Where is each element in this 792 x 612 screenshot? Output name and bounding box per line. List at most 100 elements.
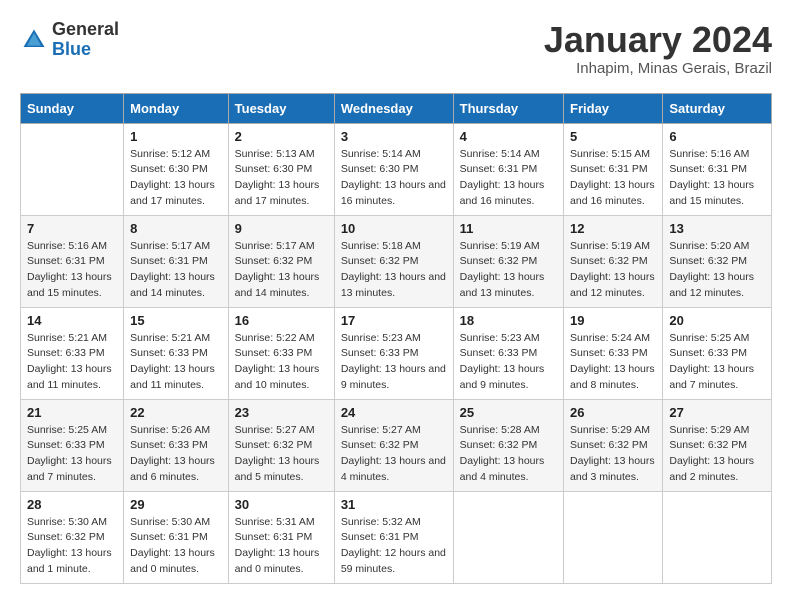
day-number: 22 <box>130 405 222 420</box>
weekday-header: Wednesday <box>334 93 453 123</box>
day-number: 27 <box>669 405 765 420</box>
calendar-cell: 23 Sunrise: 5:27 AMSunset: 6:32 PMDayligh… <box>228 399 334 491</box>
calendar-cell: 11 Sunrise: 5:19 AMSunset: 6:32 PMDayligh… <box>453 215 563 307</box>
weekday-header: Monday <box>124 93 229 123</box>
calendar-cell: 9 Sunrise: 5:17 AMSunset: 6:32 PMDaylight… <box>228 215 334 307</box>
day-number: 3 <box>341 129 447 144</box>
day-number: 18 <box>460 313 557 328</box>
day-number: 25 <box>460 405 557 420</box>
day-number: 15 <box>130 313 222 328</box>
day-number: 29 <box>130 497 222 512</box>
logo-general: General <box>52 20 119 40</box>
weekday-header: Saturday <box>663 93 772 123</box>
day-info: Sunrise: 5:21 AMSunset: 6:33 PMDaylight:… <box>27 331 117 394</box>
day-number: 8 <box>130 221 222 236</box>
calendar-cell <box>564 491 663 583</box>
day-info: Sunrise: 5:14 AMSunset: 6:31 PMDaylight:… <box>460 147 557 210</box>
calendar-cell <box>453 491 563 583</box>
calendar-week-row: 21Sunrise: 5:25 AMSunset: 6:33 PMDayligh… <box>21 399 772 491</box>
weekday-header: Thursday <box>453 93 563 123</box>
day-number: 30 <box>235 497 328 512</box>
day-number: 2 <box>235 129 328 144</box>
calendar-cell: 31Sunrise: 5:32 AMSunset: 6:31 PMDayligh… <box>334 491 453 583</box>
calendar-table: SundayMondayTuesdayWednesdayThursdayFrid… <box>20 93 772 584</box>
day-info: Sunrise: 5:30 AMSunset: 6:31 PMDaylight:… <box>130 515 222 578</box>
day-number: 23 <box>235 405 328 420</box>
day-number: 24 <box>341 405 447 420</box>
day-info: Sunrise: 5:31 AMSunset: 6:31 PMDaylight:… <box>235 515 328 578</box>
day-info: Sunrise: 5:27 AMSunset: 6:32 PMDaylight:… <box>235 423 328 486</box>
day-info: Sunrise: 5:19 AMSunset: 6:32 PMDaylight:… <box>460 239 557 302</box>
day-number: 1 <box>130 129 222 144</box>
day-info: Sunrise: 5:20 AMSunset: 6:32 PMDaylight:… <box>669 239 765 302</box>
calendar-week-row: 14 Sunrise: 5:21 AMSunset: 6:33 PMDayligh… <box>21 307 772 399</box>
calendar-cell <box>663 491 772 583</box>
calendar-cell: 21Sunrise: 5:25 AMSunset: 6:33 PMDayligh… <box>21 399 124 491</box>
day-info: Sunrise: 5:16 AMSunset: 6:31 PMDaylight:… <box>669 147 765 210</box>
day-info: Sunrise: 5:25 AMSunset: 6:33 PMDaylight:… <box>669 331 765 394</box>
calendar-cell: 7Sunrise: 5:16 AMSunset: 6:31 PMDaylight… <box>21 215 124 307</box>
day-info: Sunrise: 5:28 AMSunset: 6:32 PMDaylight:… <box>460 423 557 486</box>
calendar-cell: 22 Sunrise: 5:26 AMSunset: 6:33 PMDayligh… <box>124 399 229 491</box>
day-number: 5 <box>570 129 656 144</box>
day-number: 6 <box>669 129 765 144</box>
day-info: Sunrise: 5:19 AMSunset: 6:32 PMDaylight:… <box>570 239 656 302</box>
calendar-cell: 20 Sunrise: 5:25 AMSunset: 6:33 PMDayligh… <box>663 307 772 399</box>
day-info: Sunrise: 5:26 AMSunset: 6:33 PMDaylight:… <box>130 423 222 486</box>
day-info: Sunrise: 5:24 AMSunset: 6:33 PMDaylight:… <box>570 331 656 394</box>
day-number: 28 <box>27 497 117 512</box>
calendar-cell: 19Sunrise: 5:24 AMSunset: 6:33 PMDayligh… <box>564 307 663 399</box>
page-header: General Blue January 2024 Inhapim, Minas… <box>20 20 772 77</box>
calendar-week-row: 7Sunrise: 5:16 AMSunset: 6:31 PMDaylight… <box>21 215 772 307</box>
day-info: Sunrise: 5:21 AMSunset: 6:33 PMDaylight:… <box>130 331 222 394</box>
day-info: Sunrise: 5:27 AMSunset: 6:32 PMDaylight:… <box>341 423 447 486</box>
calendar-cell: 28 Sunrise: 5:30 AMSunset: 6:32 PMDayligh… <box>21 491 124 583</box>
logo: General Blue <box>20 20 119 60</box>
day-number: 11 <box>460 221 557 236</box>
day-info: Sunrise: 5:29 AMSunset: 6:32 PMDaylight:… <box>570 423 656 486</box>
title-block: January 2024 Inhapim, Minas Gerais, Braz… <box>544 20 772 77</box>
calendar-cell: 10Sunrise: 5:18 AMSunset: 6:32 PMDayligh… <box>334 215 453 307</box>
calendar-cell: 2 Sunrise: 5:13 AMSunset: 6:30 PMDaylight… <box>228 123 334 215</box>
calendar-cell: 18 Sunrise: 5:23 AMSunset: 6:33 PMDayligh… <box>453 307 563 399</box>
day-number: 10 <box>341 221 447 236</box>
day-number: 9 <box>235 221 328 236</box>
day-number: 21 <box>27 405 117 420</box>
subtitle: Inhapim, Minas Gerais, Brazil <box>544 60 772 77</box>
day-number: 16 <box>235 313 328 328</box>
day-number: 26 <box>570 405 656 420</box>
calendar-week-row: 1Sunrise: 5:12 AMSunset: 6:30 PMDaylight… <box>21 123 772 215</box>
calendar-cell: 26 Sunrise: 5:29 AMSunset: 6:32 PMDayligh… <box>564 399 663 491</box>
weekday-header: Sunday <box>21 93 124 123</box>
calendar-cell: 5 Sunrise: 5:15 AMSunset: 6:31 PMDaylight… <box>564 123 663 215</box>
calendar-cell: 17Sunrise: 5:23 AMSunset: 6:33 PMDayligh… <box>334 307 453 399</box>
day-info: Sunrise: 5:23 AMSunset: 6:33 PMDaylight:… <box>341 331 447 394</box>
calendar-cell: 24 Sunrise: 5:27 AMSunset: 6:32 PMDayligh… <box>334 399 453 491</box>
day-info: Sunrise: 5:30 AMSunset: 6:32 PMDaylight:… <box>27 515 117 578</box>
day-info: Sunrise: 5:23 AMSunset: 6:33 PMDaylight:… <box>460 331 557 394</box>
day-info: Sunrise: 5:17 AMSunset: 6:32 PMDaylight:… <box>235 239 328 302</box>
calendar-cell: 3Sunrise: 5:14 AMSunset: 6:30 PMDaylight… <box>334 123 453 215</box>
calendar-cell: 14 Sunrise: 5:21 AMSunset: 6:33 PMDayligh… <box>21 307 124 399</box>
main-title: January 2024 <box>544 20 772 60</box>
day-number: 31 <box>341 497 447 512</box>
calendar-cell: 8Sunrise: 5:17 AMSunset: 6:31 PMDaylight… <box>124 215 229 307</box>
weekday-header: Tuesday <box>228 93 334 123</box>
calendar-cell: 13 Sunrise: 5:20 AMSunset: 6:32 PMDayligh… <box>663 215 772 307</box>
day-info: Sunrise: 5:15 AMSunset: 6:31 PMDaylight:… <box>570 147 656 210</box>
calendar-cell: 4Sunrise: 5:14 AMSunset: 6:31 PMDaylight… <box>453 123 563 215</box>
calendar-cell <box>21 123 124 215</box>
day-info: Sunrise: 5:13 AMSunset: 6:30 PMDaylight:… <box>235 147 328 210</box>
weekday-header: Friday <box>564 93 663 123</box>
day-info: Sunrise: 5:16 AMSunset: 6:31 PMDaylight:… <box>27 239 117 302</box>
day-number: 14 <box>27 313 117 328</box>
calendar-week-row: 28 Sunrise: 5:30 AMSunset: 6:32 PMDayligh… <box>21 491 772 583</box>
day-number: 20 <box>669 313 765 328</box>
calendar-cell: 12 Sunrise: 5:19 AMSunset: 6:32 PMDayligh… <box>564 215 663 307</box>
day-number: 13 <box>669 221 765 236</box>
calendar-cell: 1Sunrise: 5:12 AMSunset: 6:30 PMDaylight… <box>124 123 229 215</box>
day-info: Sunrise: 5:29 AMSunset: 6:32 PMDaylight:… <box>669 423 765 486</box>
calendar-cell: 29 Sunrise: 5:30 AMSunset: 6:31 PMDayligh… <box>124 491 229 583</box>
day-number: 12 <box>570 221 656 236</box>
calendar-cell: 30 Sunrise: 5:31 AMSunset: 6:31 PMDayligh… <box>228 491 334 583</box>
